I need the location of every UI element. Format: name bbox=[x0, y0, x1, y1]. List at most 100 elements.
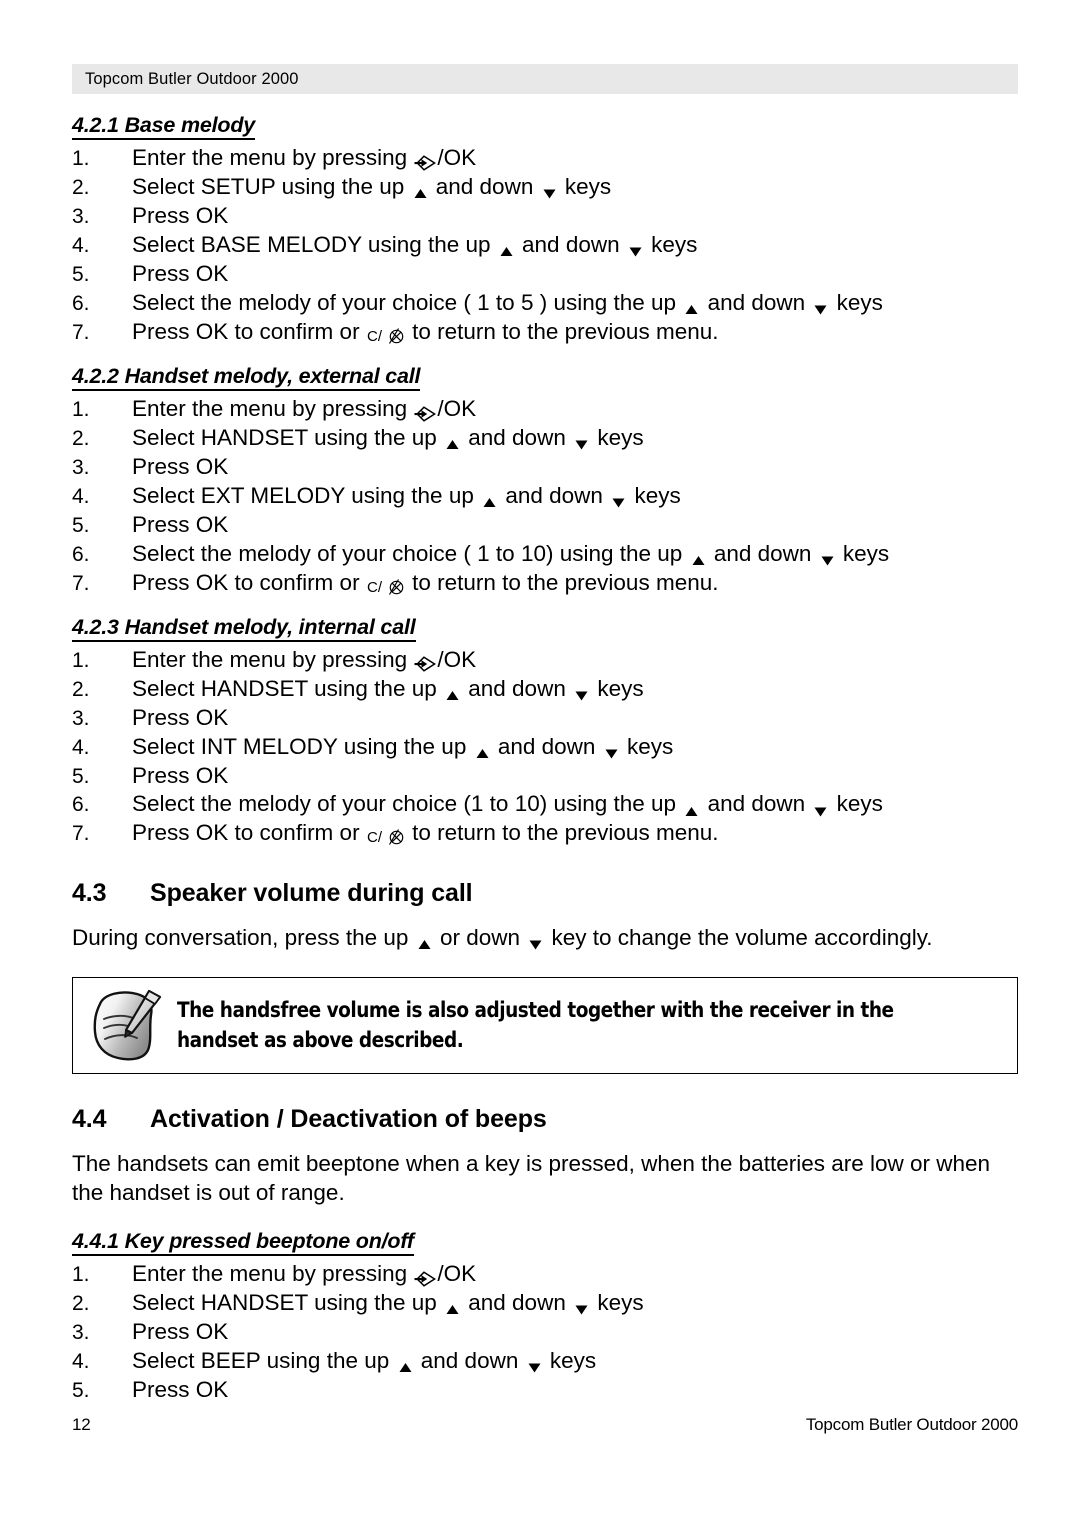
list-item: 6. Select the melody of your choice (1 t… bbox=[72, 790, 1018, 819]
down-triangle-icon bbox=[527, 1354, 542, 1373]
page-content: 4.2.1 Base melody 1. Enter the menu by p… bbox=[72, 112, 1018, 1405]
step-text: Select INT MELODY using the up and down … bbox=[132, 733, 674, 759]
step-text: Select EXT MELODY using the up and down … bbox=[132, 482, 681, 508]
list-item: 4. Select INT MELODY using the up and do… bbox=[72, 733, 1018, 762]
clear-c-icon: C/ bbox=[367, 575, 405, 596]
page-footer: 12 Topcom Butler Outdoor 2000 bbox=[72, 1415, 1018, 1435]
heading-4-4: 4.4 Activation / Deactivation of beeps bbox=[72, 1104, 1018, 1134]
clear-c-icon: C/ bbox=[367, 324, 405, 345]
note-box: The handsfree volume is also adjusted to… bbox=[72, 977, 1018, 1075]
step-text: Press OK bbox=[132, 453, 229, 479]
running-header: Topcom Butler Outdoor 2000 bbox=[72, 64, 1018, 94]
step-number: 3. bbox=[72, 205, 90, 229]
body-4-4-line-2: the handset is out of range. bbox=[72, 1180, 345, 1206]
step-number: 1. bbox=[72, 1263, 90, 1287]
step-number: 3. bbox=[72, 455, 90, 479]
manual-page: Topcom Butler Outdoor 2000 4.2.1 Base me… bbox=[0, 0, 1080, 1528]
step-number: 2. bbox=[72, 176, 90, 200]
step-text: Select BEEP using the up and down keys bbox=[132, 1347, 597, 1373]
list-item: 4. Select BASE MELODY using the up and d… bbox=[72, 231, 1018, 260]
step-text: Select the melody of your choice ( 1 to … bbox=[132, 289, 883, 315]
list-item: 1. Enter the menu by pressing /OK bbox=[72, 646, 1018, 675]
step-number: 7. bbox=[72, 822, 90, 846]
heading-4-3-number: 4.3 bbox=[72, 879, 107, 908]
up-triangle-icon bbox=[499, 238, 514, 257]
down-triangle-icon bbox=[611, 489, 626, 508]
list-item: 2. Select SETUP using the up and down ke… bbox=[72, 173, 1018, 202]
body-4-3: During conversation, press the up or dow… bbox=[72, 925, 933, 951]
list-item: 5. Press OK bbox=[72, 260, 1018, 289]
heading-4-3-title: Speaker volume during call bbox=[150, 879, 473, 908]
step-text: Press OK bbox=[132, 203, 229, 229]
svg-text:C/: C/ bbox=[367, 328, 383, 345]
body-4-4: The handsets can emit beeptone when a ke… bbox=[72, 1150, 1018, 1208]
down-triangle-icon bbox=[542, 180, 557, 199]
step-text: Select HANDSET using the up and down key… bbox=[132, 675, 644, 701]
step-text: Press OK bbox=[132, 260, 229, 286]
step-number: 7. bbox=[72, 320, 90, 344]
list-item: 2. Select HANDSET using the up and down … bbox=[72, 675, 1018, 704]
step-text: Select BASE MELODY using the up and down… bbox=[132, 232, 698, 258]
footer-document-title: Topcom Butler Outdoor 2000 bbox=[805, 1415, 1018, 1434]
list-item: 2. Select HANDSET using the up and down … bbox=[72, 1289, 1018, 1318]
heading-4-4-title: Activation / Deactivation of beeps bbox=[150, 1105, 547, 1134]
up-triangle-icon bbox=[482, 489, 497, 507]
menu-arrow-icon bbox=[414, 401, 437, 422]
list-item: 7. Press OK to confirm or C/ to return t… bbox=[72, 318, 1018, 347]
step-text: Press OK to confirm or C/ to return to t… bbox=[132, 820, 719, 847]
up-triangle-icon bbox=[445, 682, 460, 700]
step-number: 4. bbox=[72, 735, 90, 759]
list-item: 3. Press OK bbox=[72, 704, 1018, 733]
up-triangle-icon bbox=[417, 931, 432, 950]
list-item: 5. Press OK bbox=[72, 1376, 1018, 1405]
up-triangle-icon bbox=[684, 798, 699, 816]
list-item: 3. Press OK bbox=[72, 453, 1018, 482]
body-4-4-line-1: The handsets can emit beeptone when a ke… bbox=[72, 1151, 991, 1177]
step-number: 1. bbox=[72, 648, 90, 672]
step-text: Press OK to confirm or C/ to return to t… bbox=[132, 569, 719, 596]
note-line-1: The handsfree volume is also adjusted to… bbox=[177, 997, 894, 1022]
step-number: 2. bbox=[72, 1292, 90, 1316]
down-triangle-icon bbox=[574, 1296, 589, 1315]
step-text: Enter the menu by pressing /OK bbox=[132, 646, 477, 673]
step-number: 4. bbox=[72, 484, 90, 508]
svg-text:C/: C/ bbox=[367, 579, 383, 596]
steps-4-2-3: 1. Enter the menu by pressing /OK 2. Sel… bbox=[72, 646, 1018, 849]
step-text: Press OK bbox=[132, 511, 229, 537]
step-text: Enter the menu by pressing /OK bbox=[132, 145, 477, 171]
menu-arrow-icon bbox=[414, 651, 437, 673]
note-pencil-icon bbox=[87, 988, 171, 1064]
step-number: 5. bbox=[72, 764, 90, 788]
step-number: 6. bbox=[72, 542, 90, 566]
step-text: Select the melody of your choice ( 1 to … bbox=[132, 540, 890, 566]
step-number: 5. bbox=[72, 1378, 90, 1402]
footer-page-number: 12 bbox=[72, 1415, 91, 1434]
step-text: Press OK to confirm or C/ to return to t… bbox=[132, 318, 719, 345]
step-text: Enter the menu by pressing /OK bbox=[132, 1261, 477, 1287]
note-line-2: handset as above described. bbox=[177, 1027, 464, 1052]
step-text: Select HANDSET using the up and down key… bbox=[132, 424, 644, 450]
list-item: 6. Select the melody of your choice ( 1 … bbox=[72, 289, 1018, 318]
section-4-4-1: 4.4.1 Key pressed beeptone on/off bbox=[72, 1228, 1018, 1260]
list-item: 4. Select EXT MELODY using the up and do… bbox=[72, 482, 1018, 511]
menu-arrow-icon bbox=[414, 150, 437, 171]
heading-4-2-3: 4.2.3 Handset melody, internal call bbox=[72, 614, 416, 642]
up-triangle-icon bbox=[398, 1354, 413, 1373]
running-header-title: Topcom Butler Outdoor 2000 bbox=[85, 69, 299, 88]
up-triangle-icon bbox=[684, 296, 699, 314]
step-text: Press OK bbox=[132, 1376, 229, 1402]
list-item: 4. Select BEEP using the up and down key… bbox=[72, 1347, 1018, 1376]
down-triangle-icon bbox=[820, 547, 835, 566]
clear-c-icon: C/ bbox=[367, 825, 405, 846]
section-4-2-2: 4.2.2 Handset melody, external call bbox=[72, 363, 1018, 395]
list-item: 1. Enter the menu by pressing /OK bbox=[72, 395, 1018, 424]
step-number: 7. bbox=[72, 571, 90, 595]
step-text: Press OK bbox=[132, 704, 229, 730]
step-number: 6. bbox=[72, 793, 90, 817]
steps-4-2-2: 1. Enter the menu by pressing /OK 2. Sel… bbox=[72, 395, 1018, 598]
steps-4-4-1: 1. Enter the menu by pressing /OK 2. Sel… bbox=[72, 1260, 1018, 1405]
list-item: 5. Press OK bbox=[72, 511, 1018, 540]
heading-4-2-2: 4.2.2 Handset melody, external call bbox=[72, 363, 421, 391]
section-4-2-3: 4.2.3 Handset melody, internal call bbox=[72, 614, 1018, 646]
step-text: Enter the menu by pressing /OK bbox=[132, 396, 477, 422]
